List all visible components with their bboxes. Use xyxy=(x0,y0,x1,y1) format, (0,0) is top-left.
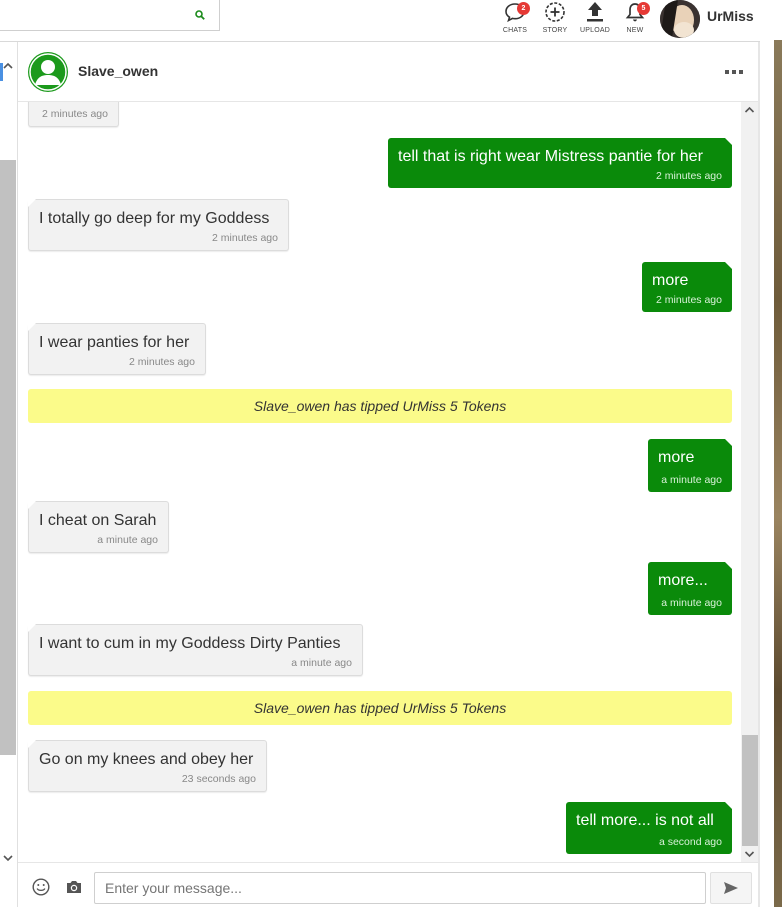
chevron-up-icon[interactable] xyxy=(3,61,13,71)
message-incoming: I want to cum in my Goddess Dirty Pantie… xyxy=(28,624,363,676)
message-time: a minute ago xyxy=(97,534,158,546)
message-text: more... xyxy=(658,572,708,589)
message-time: a minute ago xyxy=(661,474,722,486)
background-photo xyxy=(774,40,782,907)
chevron-down-icon[interactable] xyxy=(3,853,13,863)
search-icon[interactable] xyxy=(195,10,205,20)
search-box[interactable] xyxy=(0,0,220,31)
message-outgoing: more 2 minutes ago xyxy=(642,261,732,312)
nav-upload-label: UPLOAD xyxy=(580,27,610,34)
chat-header: Slave_owen xyxy=(18,42,758,102)
more-dots-icon[interactable] xyxy=(725,68,743,76)
tip-notice: Slave_owen has tipped UrMiss 5 Tokens xyxy=(28,389,732,423)
upload-icon xyxy=(587,2,603,22)
message-input[interactable] xyxy=(94,872,706,904)
message-incoming: I totally go deep for my Goddess 2 minut… xyxy=(28,199,289,251)
camera-icon[interactable] xyxy=(65,879,83,895)
chevron-up-icon[interactable] xyxy=(744,105,755,115)
emoji-icon[interactable] xyxy=(32,878,50,896)
send-button[interactable] xyxy=(710,872,752,904)
message-text: tell more... is not all xyxy=(576,812,714,829)
nav-upload[interactable]: UPLOAD xyxy=(575,0,615,42)
message-text: Go on my knees and obey her xyxy=(39,751,254,768)
chats-badge: 2 xyxy=(517,2,530,15)
message-composer xyxy=(18,862,758,907)
message-text: more xyxy=(652,272,689,289)
message-time: a minute ago xyxy=(661,597,722,609)
message-text: I wear panties for her xyxy=(39,334,190,351)
message-list: 2 minutes ago tell that is right wear Mi… xyxy=(18,102,740,862)
user-name[interactable]: UrMiss xyxy=(707,8,754,24)
nav-story-label: STORY xyxy=(542,27,568,34)
message-text: more xyxy=(658,449,695,466)
message-outgoing: more a minute ago xyxy=(648,438,732,492)
message-incoming: I wear panties for her 2 minutes ago xyxy=(28,323,206,375)
message-time: 2 minutes ago xyxy=(129,356,195,368)
nav-new-label: NEW xyxy=(626,27,644,34)
contact-name[interactable]: Slave_owen xyxy=(78,63,158,79)
nav-story[interactable]: STORY xyxy=(535,0,575,42)
message-time: a second ago xyxy=(658,836,722,848)
user-avatar[interactable] xyxy=(660,0,700,38)
message-time: 23 seconds ago xyxy=(181,773,256,785)
message-time: a minute ago xyxy=(291,657,352,669)
message-text: I totally go deep for my Goddess xyxy=(39,210,270,227)
new-badge: 5 xyxy=(637,2,650,15)
user-silhouette-icon xyxy=(29,53,67,91)
nav-new[interactable]: 5 NEW xyxy=(615,0,655,42)
message-incoming: 2 minutes ago xyxy=(28,102,119,127)
message-time: 2 minutes ago xyxy=(42,108,108,120)
nav-chats-label: CHATS xyxy=(502,27,528,34)
add-story-icon xyxy=(545,2,565,22)
message-outgoing: tell more... is not all a second ago xyxy=(566,801,732,854)
message-text: tell that is right wear Mistress pantie … xyxy=(398,148,704,165)
nav-chats[interactable]: 2 CHATS xyxy=(495,0,535,42)
tip-notice: Slave_owen has tipped UrMiss 5 Tokens xyxy=(28,691,732,725)
message-time: 2 minutes ago xyxy=(212,232,278,244)
message-time: 2 minutes ago xyxy=(656,294,722,306)
message-incoming: I cheat on Sarah a minute ago xyxy=(28,501,169,553)
message-text: I want to cum in my Goddess Dirty Pantie… xyxy=(39,635,341,652)
message-scrollbar-thumb[interactable] xyxy=(742,735,758,846)
panel-border xyxy=(758,42,760,907)
message-incoming: Go on my knees and obey her 23 seconds a… xyxy=(28,740,267,792)
top-bar: 2 CHATS STORY UPLOAD 5 NEW UrMiss xyxy=(0,0,760,42)
message-outgoing: tell that is right wear Mistress pantie … xyxy=(388,137,732,188)
app-window: 2 CHATS STORY UPLOAD 5 NEW UrMiss Slave_… xyxy=(0,0,782,907)
message-text: I cheat on Sarah xyxy=(39,512,157,529)
message-time: 2 minutes ago xyxy=(656,170,722,182)
sidebar-scrollbar-thumb[interactable] xyxy=(0,160,16,755)
message-outgoing: more... a minute ago xyxy=(648,561,732,615)
chevron-down-icon[interactable] xyxy=(744,849,755,859)
contact-avatar[interactable] xyxy=(28,52,68,92)
send-icon xyxy=(724,882,738,894)
